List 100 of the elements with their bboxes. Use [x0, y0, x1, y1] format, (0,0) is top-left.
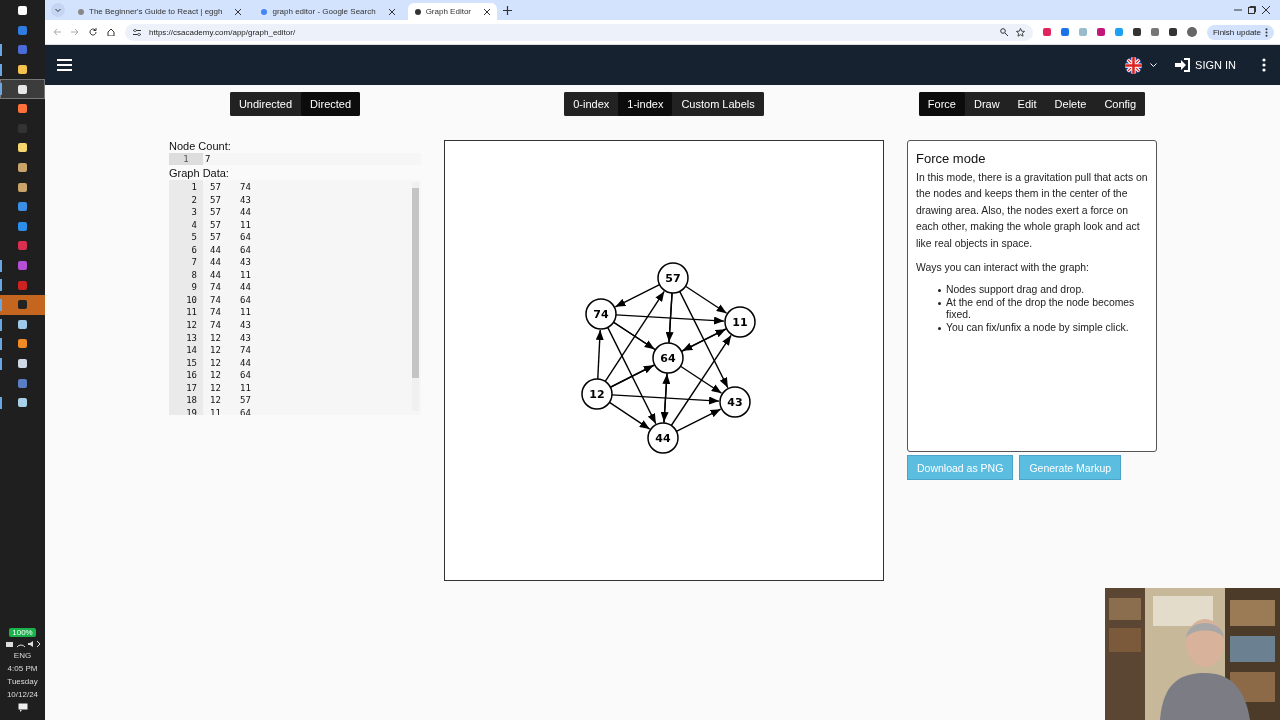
close-tab-icon[interactable] [388, 8, 395, 15]
toggle-button[interactable]: 1-index [618, 92, 673, 116]
line-number: 9 [191, 281, 197, 294]
language-indicator[interactable]: ENG [13, 651, 32, 661]
edge-arrow[interactable] [679, 290, 729, 389]
code-text: 12 [210, 344, 222, 357]
zoom-icon[interactable] [999, 28, 1008, 36]
graph-canvas[interactable]: 57 74 11 64 12 43 44 [444, 140, 884, 581]
line-number: 1 [191, 181, 197, 194]
code-text: 57 [210, 193, 222, 207]
more-options-icon [1265, 27, 1268, 37]
line-number: 17 [186, 381, 197, 395]
reload-icon[interactable] [89, 28, 97, 36]
edge-arrow[interactable] [595, 329, 604, 380]
code-text: 74 [210, 319, 222, 332]
line-number: 12 [186, 319, 197, 332]
bullet-text: You can fix/unfix a node by simple click. [946, 321, 1129, 335]
close-tab-icon[interactable] [235, 8, 242, 15]
code-line: 7 [204, 153, 211, 165]
node-count-editor[interactable]: 1 7 [169, 153, 421, 165]
code-text: 64 [240, 406, 251, 415]
edge-arrow[interactable] [615, 314, 725, 325]
notification-icon[interactable] [17, 703, 28, 712]
graph-node[interactable]: 64 [652, 342, 684, 374]
app-icon [18, 359, 27, 368]
taskbar-button[interactable] [0, 79, 45, 99]
code-text: 57 [210, 181, 222, 194]
edge-arrow[interactable] [611, 394, 720, 405]
bookmark-star-icon[interactable] [1015, 27, 1025, 37]
profile-avatar[interactable] [1186, 27, 1197, 37]
graph-node[interactable]: 43 [719, 386, 751, 418]
code-text: 64 [240, 231, 251, 244]
code-text: 43 [240, 331, 251, 345]
graph-node[interactable]: 57 [657, 262, 689, 294]
restore-icon[interactable] [1248, 6, 1256, 14]
minimize-icon[interactable] [1234, 6, 1242, 14]
code-text: 12 [210, 369, 222, 382]
line-number: 13 [186, 331, 197, 345]
code-text: 64 [240, 369, 251, 382]
edge-arrow[interactable] [607, 326, 657, 425]
clock-date: 10/12/24 [6, 690, 39, 700]
graph-node[interactable]: 11 [724, 306, 756, 338]
scrollbar[interactable] [412, 182, 419, 411]
code-text: 74 [240, 344, 251, 357]
clock-time[interactable]: 4:05 PM [7, 664, 38, 674]
close-tab-icon[interactable] [484, 8, 490, 15]
line-number: 18 [186, 394, 197, 407]
line-number: 15 [186, 356, 197, 370]
toggle-button[interactable]: Force [918, 92, 965, 116]
edge-arrow[interactable] [608, 401, 651, 430]
browser-tab[interactable]: The Beginner's Guide to React | eggh [71, 3, 249, 20]
info-subtitle: Ways you can interact with the graph: [916, 261, 1089, 276]
code-text: 12 [210, 331, 222, 345]
line-number: 6 [191, 243, 197, 257]
menu-icon[interactable] [57, 59, 72, 71]
caret-icon[interactable] [1150, 62, 1158, 68]
code-text: 11 [210, 406, 222, 415]
code-text: 11 [240, 218, 251, 232]
code-text: 44 [210, 243, 222, 257]
line-number: 5 [191, 231, 197, 244]
sign-in-icon [1175, 58, 1191, 72]
new-tab-icon[interactable] [503, 5, 512, 15]
address-field[interactable]: https://csacademy.com/app/graph_editor/ [149, 27, 296, 37]
code-text: 43 [240, 256, 251, 269]
graph-node[interactable]: 74 [585, 298, 617, 330]
toggle-button[interactable]: Directed [301, 92, 361, 116]
info-title: Force mode [916, 151, 986, 166]
edge-arrow[interactable] [675, 408, 722, 432]
graph-data-editor[interactable]: 1 2 3 4 5 6 7 8 9 10 11 12 13 14 15 16 17 18 19 57 74 57 43 57 44 57 11 57 64 44 64 44 43 44 11 74 44 74 64 74 11 74 43 12 43 12 74 12 44 12 64 12 11 12 57 11 64 [169, 180, 421, 415]
more-options-icon[interactable] [1262, 58, 1266, 72]
finish-update-button[interactable]: Finish update [1206, 24, 1274, 40]
home-icon[interactable] [107, 28, 115, 36]
bullet-icon [938, 289, 941, 293]
browser-tab[interactable]: Graph Editor [407, 3, 497, 20]
line-number: 10 [186, 293, 197, 307]
line-number: 14 [186, 344, 197, 357]
code-text: 57 [210, 218, 222, 232]
info-paragraph: In this mode, there is a gravitation pull that acts on the nodes and keeps them in the center of the drawing area. Also, the nodes exert a force on each other, making the whole graph look and act like real objects in space. [916, 171, 1148, 251]
line-number: 1 [169, 153, 203, 165]
flag-icon[interactable] [1125, 56, 1143, 74]
browser-tab[interactable]: graph editor - Google Search [254, 3, 402, 20]
tab-search-icon[interactable] [51, 3, 65, 17]
tray-icons-drawing[interactable] [4, 640, 41, 648]
code-text: 11 [240, 381, 251, 395]
edge-arrow[interactable] [681, 328, 728, 352]
edge-arrow[interactable] [684, 285, 728, 314]
code-text: 44 [240, 356, 251, 370]
site-info-icon[interactable] [133, 28, 141, 36]
line-number: 8 [191, 268, 197, 282]
edge-arrow[interactable] [614, 284, 661, 308]
sign-in-link[interactable]: SIGN IN [1175, 58, 1236, 72]
bullet-icon [938, 326, 941, 330]
code-text: 44 [240, 206, 251, 219]
taskbar-button[interactable] [0, 294, 45, 315]
edge-arrow[interactable] [665, 292, 674, 343]
edge-arrow[interactable] [662, 373, 671, 424]
bullet-icon [938, 301, 941, 305]
close-icon[interactable] [1262, 6, 1270, 14]
graph-node[interactable]: 12 [581, 378, 613, 410]
graph-node[interactable]: 44 [647, 422, 679, 454]
